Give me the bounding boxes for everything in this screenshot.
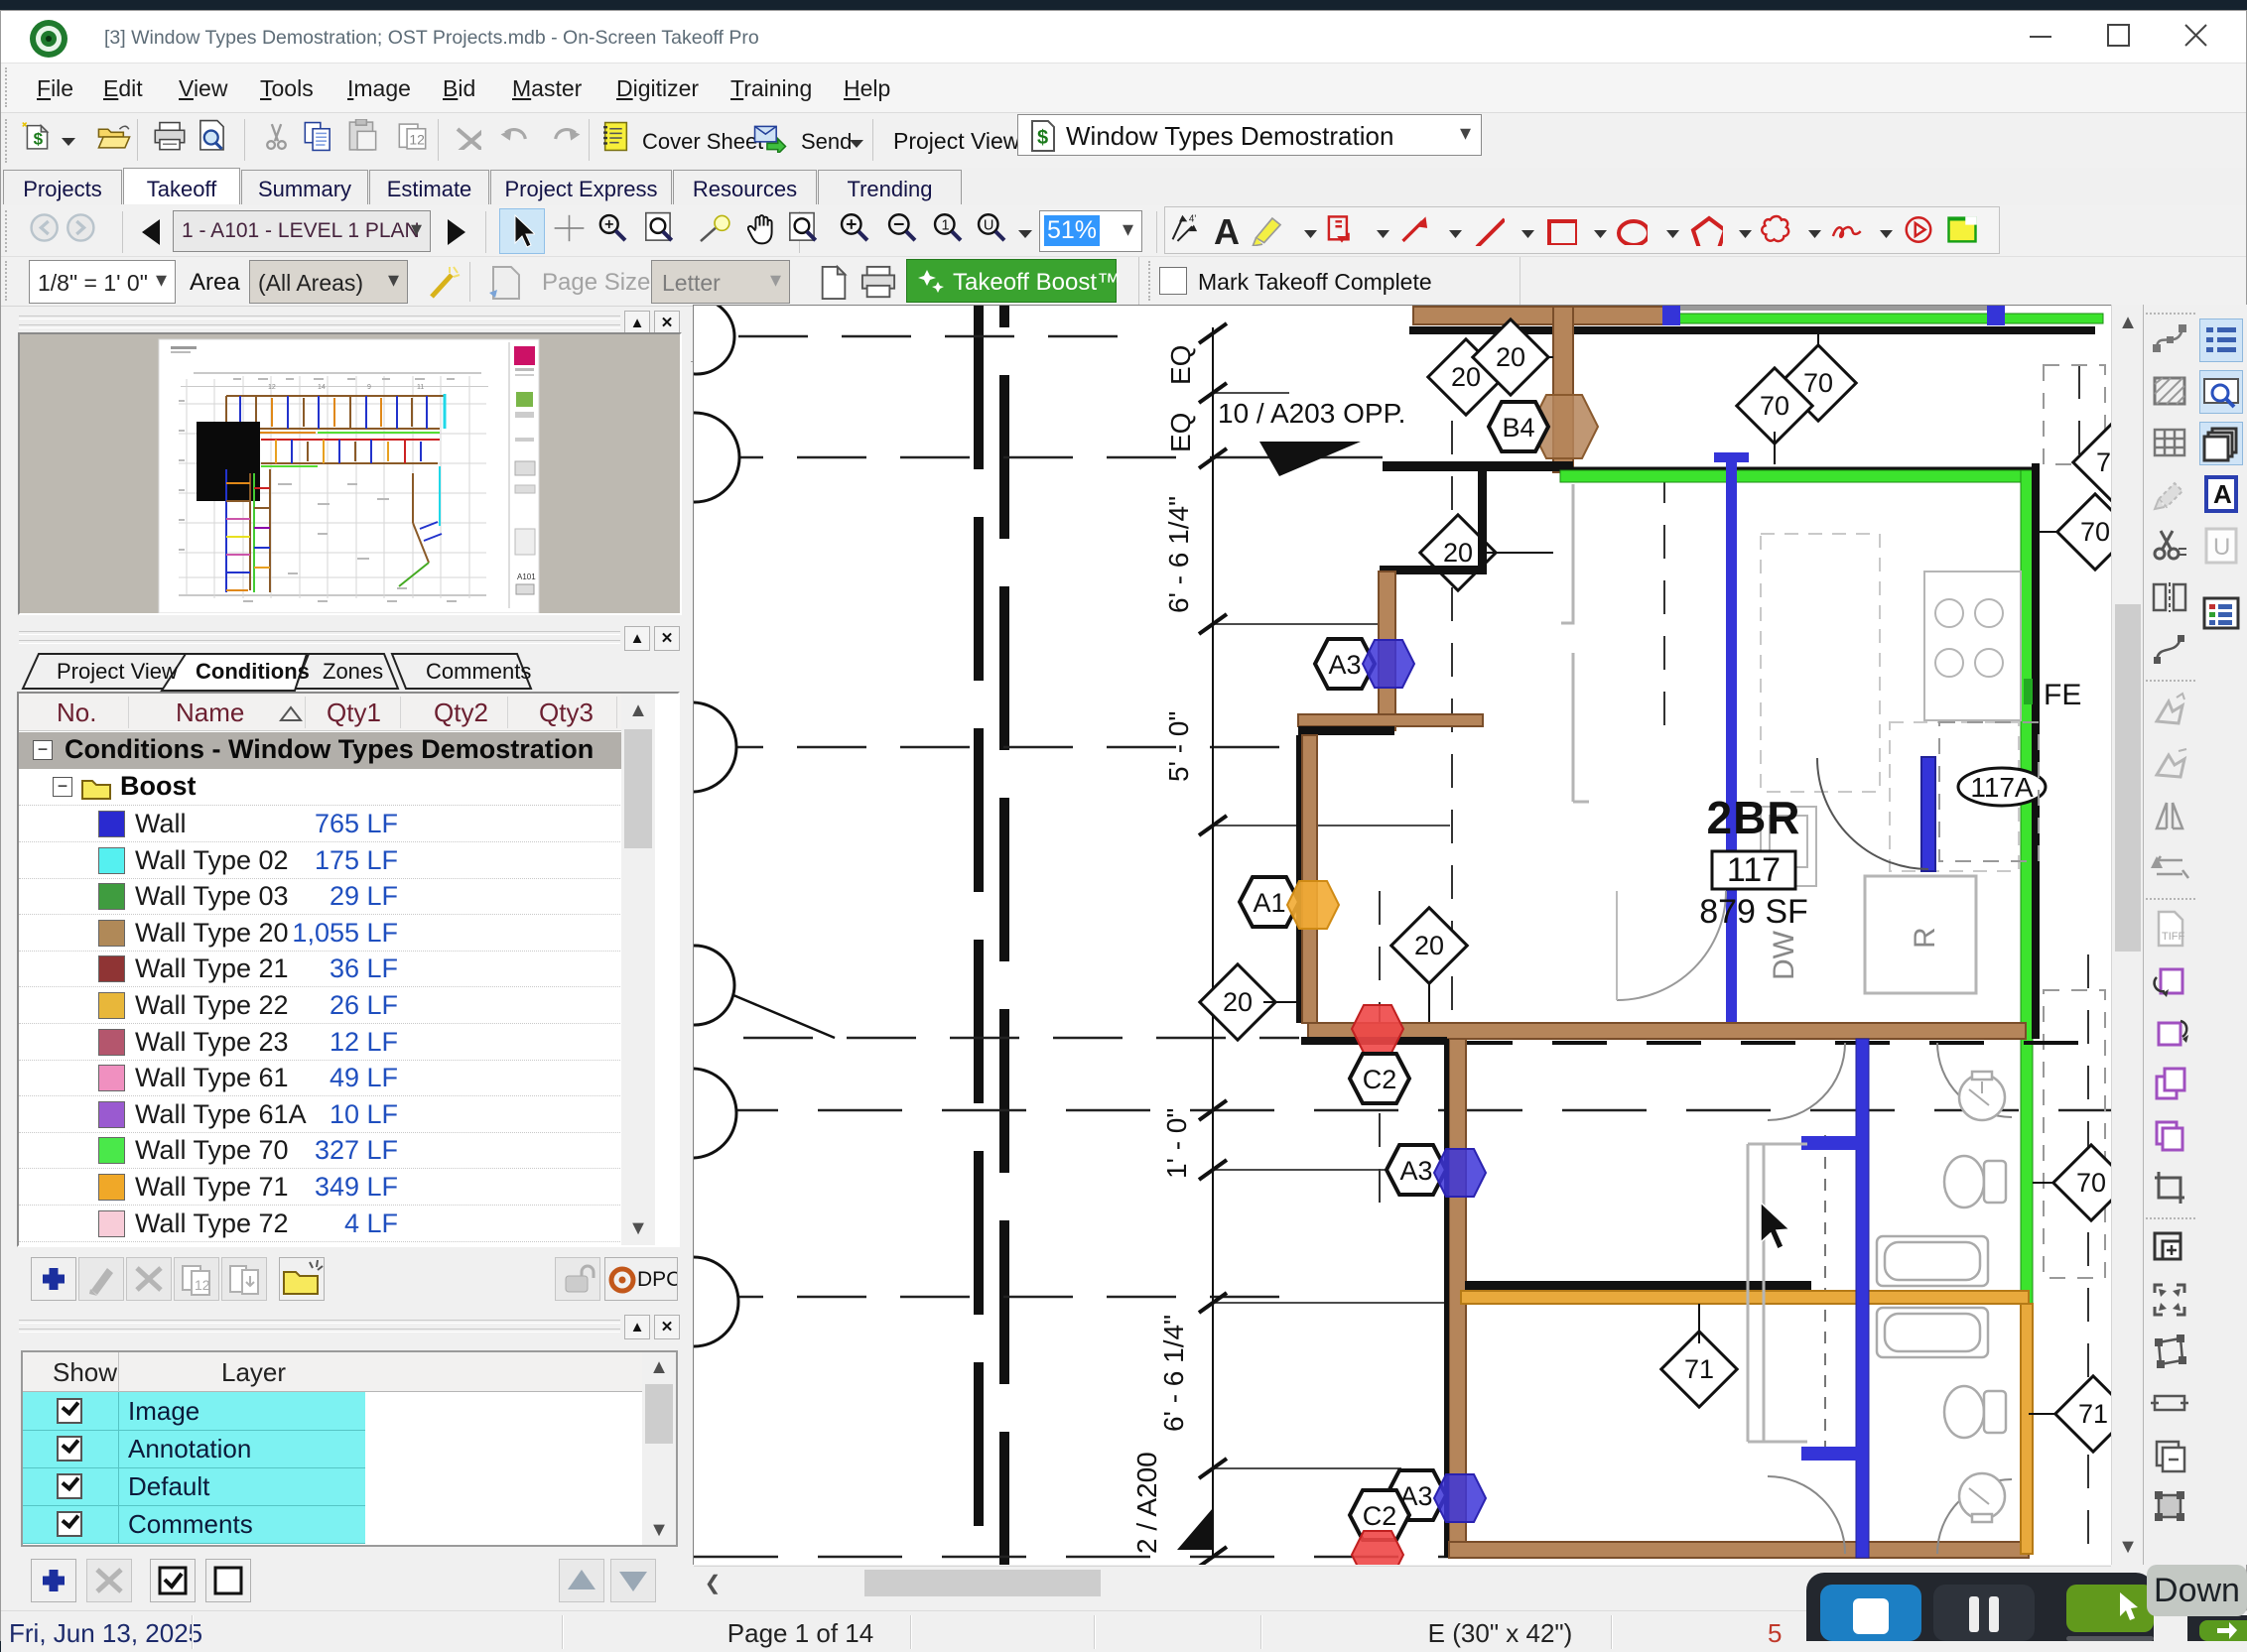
svg-text:117A: 117A [1970,772,2034,803]
svg-text:1: 1 [942,218,950,234]
svg-text:$: $ [1037,127,1048,149]
svg-text:A3: A3 [1328,650,1361,680]
svg-text:R: R [1909,927,1941,949]
svg-text:11: 11 [417,384,424,391]
svg-text:Comments: Comments [426,659,531,684]
svg-text:1' - 0": 1' - 0" [1161,1108,1192,1179]
svg-text:12: 12 [409,131,425,147]
svg-text:EQ: EQ [1165,345,1196,385]
svg-text:A1: A1 [1253,888,1285,918]
svg-text:10 / A203 OPP.: 10 / A203 OPP. [1218,398,1405,429]
svg-text:12: 12 [268,384,276,391]
svg-text:C2: C2 [1363,1501,1397,1531]
svg-text:DW: DW [1768,930,1800,980]
svg-text:12: 12 [195,1277,210,1293]
svg-text:U: U [2213,534,2230,561]
svg-text:2BR: 2BR [1706,792,1800,843]
svg-text:EQ: EQ [1165,413,1196,452]
svg-text:14: 14 [318,384,326,391]
svg-text:$: $ [34,129,44,148]
svg-text:879 SF: 879 SF [1699,893,1808,931]
svg-text:Zones: Zones [323,659,383,684]
svg-text:A3: A3 [1399,1156,1432,1186]
svg-text:6' - 6 1/4": 6' - 6 1/4" [1158,1315,1189,1432]
svg-text:6' - 6 1/4": 6' - 6 1/4" [1163,496,1194,613]
svg-text:2 / A200: 2 / A200 [1131,1452,1162,1554]
svg-text:A101: A101 [517,572,536,581]
svg-text:Project View: Project View [57,659,178,684]
svg-text:U: U [984,218,994,234]
svg-text:A: A [2213,479,2232,509]
svg-text:FE: FE [2044,679,2081,711]
svg-text:C2: C2 [1363,1065,1397,1094]
svg-text:117: 117 [1727,851,1781,889]
svg-text:4': 4' [1189,213,1196,224]
svg-text:B4: B4 [1502,413,1534,443]
svg-text:5' - 0": 5' - 0" [1163,711,1194,782]
svg-text:Conditions: Conditions [196,659,310,684]
svg-text:9: 9 [367,384,371,391]
svg-text:TIFF: TIFF [2162,931,2184,943]
